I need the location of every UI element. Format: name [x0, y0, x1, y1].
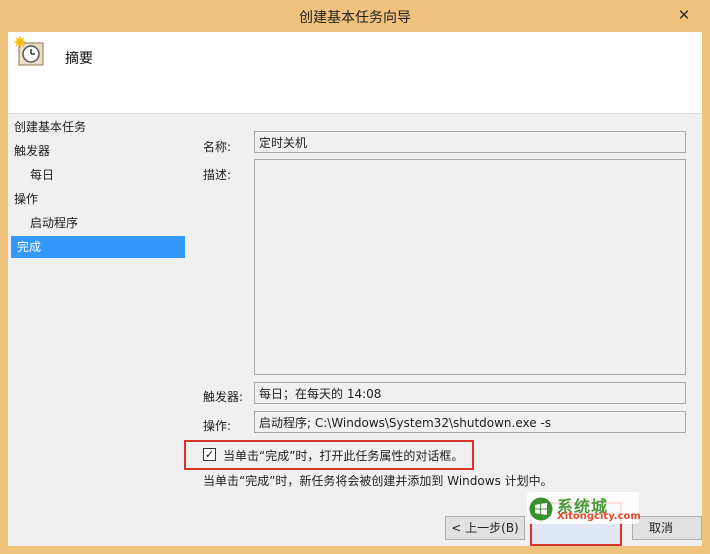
open-properties-option[interactable]: ✓ 当单击“完成”时，打开此任务属性的对话框。 [184, 440, 474, 470]
open-properties-label[interactable]: 当单击“完成”时，打开此任务属性的对话框。 [223, 447, 463, 464]
window-title: 创建基本任务向导 [299, 10, 411, 26]
cancel-button[interactable]: 取消 [632, 516, 702, 540]
step-daily[interactable]: 每日 [8, 164, 54, 186]
description-label: 描述: [203, 168, 232, 182]
trigger-field[interactable]: 每日；在每天的 14:08 [254, 382, 686, 404]
watermark-en-text: Xitongcity.com [557, 511, 641, 522]
description-field[interactable] [254, 159, 686, 375]
step-start-program[interactable]: 启动程序 [8, 212, 78, 234]
step-finish[interactable]: 完成 [11, 236, 185, 258]
name-label: 名称: [203, 140, 232, 154]
open-properties-checkbox[interactable]: ✓ [203, 448, 216, 461]
wizard-header: 摘要 [8, 32, 702, 114]
back-button[interactable]: < 上一步(B) [445, 516, 525, 540]
step-create-basic-task[interactable]: 创建基本任务 [8, 116, 86, 138]
trigger-label: 触发器: [203, 390, 244, 404]
step-trigger[interactable]: 触发器 [8, 140, 50, 162]
site-watermark: 系统城 Xitongcity.com [527, 492, 641, 524]
action-label: 操作: [203, 419, 232, 433]
windows-logo-icon [529, 497, 553, 521]
title-bar: 创建基本任务向导 ✕ [0, 0, 710, 32]
step-action[interactable]: 操作 [8, 188, 38, 210]
close-button[interactable]: ✕ [666, 2, 702, 28]
task-clock-icon [14, 36, 44, 66]
action-field[interactable]: 启动程序; C:\Windows\System32\shutdown.exe -… [254, 411, 686, 433]
page-title: 摘要 [65, 51, 93, 67]
name-field[interactable]: 定时关机 [254, 131, 686, 153]
wizard-client-area: 摘要 创建基本任务 触发器 每日 操作 启动程序 完成 名称: 定时关机 描述:… [8, 32, 702, 546]
finish-info-text: 当单击“完成”时，新任务将会被创建并添加到 Windows 计划中。 [203, 474, 553, 488]
